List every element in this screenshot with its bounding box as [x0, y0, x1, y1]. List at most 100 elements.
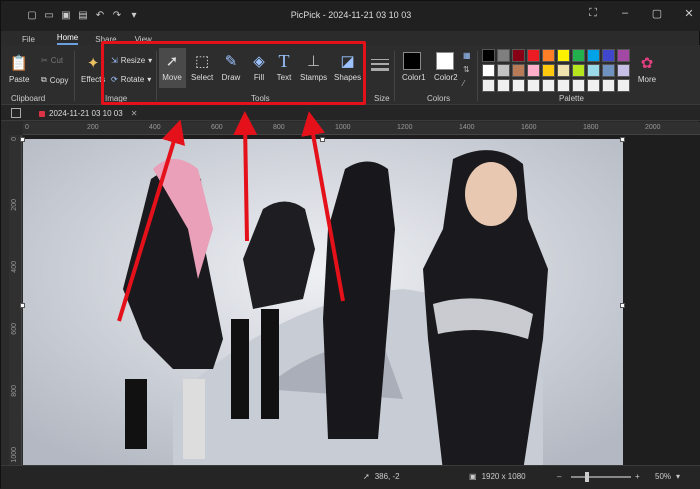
- palette-swatch[interactable]: [542, 79, 555, 92]
- cursor-icon: ➚: [363, 472, 370, 481]
- palette-swatch[interactable]: [557, 79, 570, 92]
- tab-file[interactable]: File: [22, 35, 35, 45]
- palette-swatch[interactable]: [572, 64, 585, 77]
- image-file-icon: [39, 110, 45, 117]
- copy-button[interactable]: ⧉ Copy: [41, 75, 68, 85]
- color1-swatch[interactable]: [403, 52, 421, 70]
- cursor-position: ➚ 386, -2: [363, 472, 400, 481]
- size-group-label: Size: [374, 94, 390, 103]
- zoom-level[interactable]: 50% ▾: [655, 472, 680, 481]
- palette-swatch[interactable]: [587, 64, 600, 77]
- palette-swatch[interactable]: [512, 49, 525, 62]
- palette-swatch[interactable]: [527, 79, 540, 92]
- palette-swatch[interactable]: [602, 79, 615, 92]
- palette-swatch[interactable]: [497, 49, 510, 62]
- palette-swatch[interactable]: [617, 49, 630, 62]
- ruler-tick-label: 0: [11, 137, 18, 141]
- image-size-icon: ▣: [469, 472, 477, 481]
- ruler-tick-label: 200: [87, 124, 99, 131]
- more-colors-button[interactable]: ✿ More: [637, 53, 657, 84]
- palette-grid: [482, 49, 630, 92]
- tab-home[interactable]: Home: [56, 33, 79, 45]
- ruler-tick-label: 1400: [459, 124, 475, 131]
- zoom-in-button[interactable]: +: [635, 472, 640, 481]
- palette-swatch[interactable]: [572, 49, 585, 62]
- zoom-out-button[interactable]: –: [557, 472, 561, 481]
- zoom-slider[interactable]: [571, 472, 631, 482]
- undo-icon[interactable]: ↶: [95, 11, 105, 21]
- paste-icon: 📋: [9, 55, 29, 72]
- palette-swatch[interactable]: [512, 64, 525, 77]
- cut-button[interactable]: ✂ Cut: [41, 56, 63, 65]
- size-button[interactable]: [371, 59, 389, 71]
- ruler-tick-label: 0: [25, 124, 29, 131]
- palette-swatch[interactable]: [497, 64, 510, 77]
- separator: [477, 51, 478, 101]
- colors-group-label: Colors: [427, 94, 451, 103]
- palette-swatch[interactable]: [617, 64, 630, 77]
- ruler-tick-label: 800: [273, 124, 285, 131]
- resize-handle[interactable]: [320, 137, 325, 142]
- vertical-ruler: 0 200 400 600 800 1000: [9, 135, 22, 465]
- ruler-tick-label: 1000: [335, 124, 351, 131]
- ruler-tick-label: 800: [11, 385, 18, 397]
- eyedropper-icon[interactable]: ⁄: [463, 79, 464, 88]
- palette-swatch[interactable]: [602, 64, 615, 77]
- swap-colors-icon[interactable]: ⇅: [463, 65, 470, 74]
- fullscreen-icon[interactable]: ⛶: [587, 7, 599, 20]
- resize-handle[interactable]: [620, 303, 625, 308]
- palette-swatch[interactable]: [542, 64, 555, 77]
- open-folder-icon[interactable]: ▭: [44, 11, 54, 21]
- ruler-tick-label: 1000: [11, 447, 18, 463]
- ruler-tick-label: 2000: [645, 124, 661, 131]
- palette-group-label: Palette: [559, 94, 584, 103]
- image-dimensions: ▣ 1920 x 1080: [469, 472, 526, 481]
- palette-swatch[interactable]: [512, 79, 525, 92]
- copy-icon: ⧉: [41, 75, 47, 84]
- status-bar: ➚ 386, -2 ▣ 1920 x 1080 – + 50% ▾: [1, 465, 700, 489]
- ruler-tick-label: 400: [11, 261, 18, 273]
- color2-swatch[interactable]: [436, 52, 454, 70]
- redo-icon[interactable]: ↷: [112, 11, 122, 21]
- grid-view-icon[interactable]: [11, 108, 21, 118]
- palette-swatch[interactable]: [587, 49, 600, 62]
- color-wheel-icon: ✿: [640, 55, 654, 72]
- canvas-image[interactable]: [23, 139, 623, 471]
- palette-swatch[interactable]: [587, 79, 600, 92]
- ruler-tick-label: 200: [11, 199, 18, 211]
- zoom-slider-knob[interactable]: [585, 472, 589, 482]
- close-tab-icon[interactable]: ✕: [131, 109, 138, 118]
- palette-swatch[interactable]: [482, 79, 495, 92]
- palette-swatch[interactable]: [527, 64, 540, 77]
- maximize-icon[interactable]: ▢: [651, 7, 663, 20]
- palette-swatch[interactable]: [497, 79, 510, 92]
- palette-swatch[interactable]: [542, 49, 555, 62]
- horizontal-ruler: 0 200 400 600 800 1000 1200 1400 1600 1800 2000: [23, 122, 700, 135]
- close-icon[interactable]: ✕: [683, 7, 695, 20]
- quick-access-toolbar: ▢ ▭ ▣ ▤ ↶ ↷ ▾: [27, 11, 139, 21]
- app-window: ▢ ▭ ▣ ▤ ↶ ↷ ▾ PicPick - 2024-11-21 03 10…: [0, 0, 700, 489]
- palette-swatch[interactable]: [482, 64, 495, 77]
- customize-icon[interactable]: ▾: [129, 11, 139, 21]
- separator: [74, 51, 75, 101]
- palette-swatch[interactable]: [572, 79, 585, 92]
- new-file-icon[interactable]: ▢: [27, 11, 37, 21]
- canvas-area[interactable]: [20, 135, 700, 471]
- resize-handle[interactable]: [20, 137, 25, 142]
- palette-swatch[interactable]: [482, 49, 495, 62]
- paste-button[interactable]: 📋 Paste: [9, 53, 29, 84]
- resize-handle[interactable]: [20, 303, 25, 308]
- chevron-down-icon: ▾: [676, 472, 681, 481]
- color-picker-icon[interactable]: ▦: [463, 51, 471, 60]
- palette-swatch[interactable]: [557, 49, 570, 62]
- palette-swatch[interactable]: [557, 64, 570, 77]
- print-icon[interactable]: ▤: [78, 11, 88, 21]
- document-tab[interactable]: 2024-11-21 03 10 03 ✕: [31, 107, 145, 120]
- palette-swatch[interactable]: [617, 79, 630, 92]
- palette-swatch[interactable]: [527, 49, 540, 62]
- minimize-icon[interactable]: –: [619, 7, 631, 20]
- window-controls: ⛶ – ▢ ✕: [587, 7, 695, 20]
- save-icon[interactable]: ▣: [61, 11, 71, 21]
- resize-handle[interactable]: [620, 137, 625, 142]
- palette-swatch[interactable]: [602, 49, 615, 62]
